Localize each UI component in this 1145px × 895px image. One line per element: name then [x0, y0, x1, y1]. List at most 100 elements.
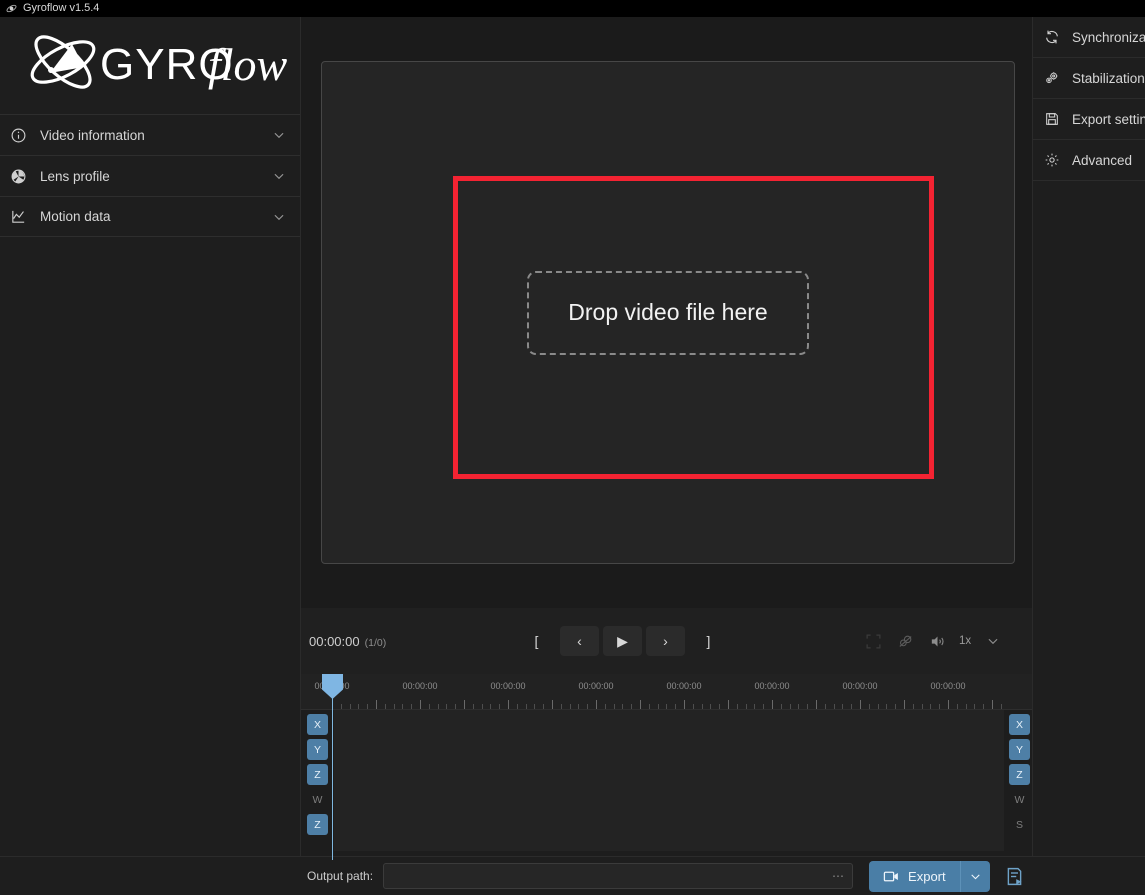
ruler-tick — [367, 704, 369, 709]
playback-options: 1x — [863, 631, 1003, 651]
video-dropzone[interactable]: Drop video file here — [527, 270, 809, 355]
chevron-down-icon[interactable] — [272, 210, 286, 224]
render-queue-button[interactable] — [1002, 863, 1028, 889]
axis-toggle-x-right[interactable]: X — [1009, 714, 1030, 735]
ruler-tick — [631, 704, 633, 709]
axis-toggle-z2-left[interactable]: Z — [307, 814, 328, 835]
axis-toggle-x-left[interactable]: X — [307, 714, 328, 735]
ruler-tick — [877, 704, 879, 709]
ruler-tick — [904, 700, 905, 709]
ruler-tick — [481, 704, 483, 709]
ruler-tick — [534, 704, 536, 709]
axis-toggle-w-right[interactable]: W — [1009, 789, 1030, 810]
sidebar-item-video-information[interactable]: Video information — [0, 114, 300, 155]
ruler-tick — [807, 704, 809, 709]
ruler-tick — [886, 704, 888, 709]
volume-icon[interactable] — [927, 631, 947, 651]
timeline-panel[interactable]: 00:00:00 00:00:00 00:00:00 00:00:00 00:0… — [301, 674, 1032, 860]
sidebar-item-export-settings[interactable]: Export settings — [1033, 99, 1145, 140]
ruler-tick — [939, 704, 941, 709]
ruler-tick — [640, 700, 641, 709]
axis-toggle-y-left[interactable]: Y — [307, 739, 328, 760]
timeline-playhead[interactable] — [322, 674, 343, 860]
ruler-tick — [420, 700, 421, 709]
ruler-tick — [402, 704, 404, 709]
ruler-tick — [956, 704, 958, 709]
export-dropdown-button[interactable] — [959, 860, 990, 892]
chevron-down-icon[interactable] — [272, 169, 286, 183]
ruler-tick — [666, 704, 668, 709]
ruler-tick-label: 00:00:00 — [666, 681, 702, 691]
ruler-tick — [587, 704, 589, 709]
ruler-tick — [824, 704, 826, 709]
export-button-label: Export — [908, 868, 946, 884]
gyroflow-app-icon — [6, 3, 17, 14]
play-button[interactable]: ▶ — [603, 626, 642, 656]
previous-frame-button[interactable]: ‹ — [560, 626, 599, 656]
timecode-readout: 00:00:00 (1/0) — [309, 634, 386, 649]
axis-toggle-y-right[interactable]: Y — [1009, 739, 1030, 760]
dropzone-label: Drop video file here — [568, 299, 768, 325]
export-button[interactable]: Export — [869, 861, 960, 892]
chevron-down-icon[interactable] — [272, 128, 286, 142]
ruler-tick — [358, 704, 360, 709]
gyroflow-logo: GYRO flow — [0, 17, 300, 114]
ruler-tick — [464, 700, 465, 709]
aperture-icon — [9, 167, 27, 185]
playback-speed-label[interactable]: 1x — [959, 635, 971, 647]
sync-refresh-icon — [1044, 29, 1060, 45]
ruler-tick — [948, 700, 949, 709]
sidebar-item-synchronization[interactable]: Synchronization — [1033, 17, 1145, 58]
ruler-tick — [868, 704, 870, 709]
svg-text:flow: flow — [208, 39, 288, 90]
ruler-tick — [499, 704, 501, 709]
output-path-label: Output path: — [307, 869, 374, 883]
browse-button[interactable]: ⋯ — [832, 869, 844, 883]
axis-toggle-z-right[interactable]: Z — [1009, 764, 1030, 785]
ruler-tick — [736, 704, 738, 709]
ruler-tick — [543, 704, 545, 709]
ruler-tick — [728, 700, 729, 709]
ruler-tick — [745, 704, 747, 709]
timeline-graph-surface[interactable] — [334, 710, 1004, 851]
ruler-tick-label: 00:00:00 — [490, 681, 526, 691]
ruler-tick — [569, 704, 571, 709]
stabilization-toggle-icon[interactable] — [895, 631, 915, 651]
right-sidebar: Synchronization Stabilization Export set… — [1032, 17, 1145, 895]
axis-toggle-w-left[interactable]: W — [307, 789, 328, 810]
ruler-tick — [772, 700, 773, 709]
playback-toolbar: 00:00:00 (1/0) [ ‹ ▶ › ] 1x — [301, 608, 1032, 674]
ruler-tick — [490, 704, 492, 709]
ruler-tick — [992, 700, 993, 709]
render-queue-icon — [1004, 866, 1025, 887]
sidebar-item-motion-data[interactable]: Motion data — [0, 196, 300, 237]
ruler-tick — [472, 704, 474, 709]
sidebar-item-stabilization[interactable]: Stabilization — [1033, 58, 1145, 99]
ruler-tick — [719, 704, 721, 709]
output-path-input[interactable] — [392, 869, 845, 883]
sidebar-item-advanced[interactable]: Advanced — [1033, 140, 1145, 181]
fullscreen-icon[interactable] — [863, 631, 883, 651]
ruler-tick — [613, 704, 615, 709]
axis-toggle-s-right[interactable]: S — [1009, 814, 1030, 835]
ruler-tick-label: 00:00:00 — [754, 681, 790, 691]
sidebar-label-export-settings: Export settings — [1072, 111, 1145, 127]
sidebar-item-lens-profile[interactable]: Lens profile — [0, 155, 300, 196]
set-trim-end-button[interactable]: ] — [689, 626, 728, 656]
gear-icon — [1044, 152, 1060, 168]
next-frame-button[interactable]: › — [646, 626, 685, 656]
sidebar-label-video-information: Video information — [40, 127, 145, 143]
ruler-tick — [376, 700, 377, 709]
video-preview-panel[interactable]: Drop video file here — [321, 61, 1015, 564]
axis-toggle-z-left[interactable]: Z — [307, 764, 328, 785]
ruler-tick-label: 00:00:00 — [930, 681, 966, 691]
chevron-down-icon[interactable] — [983, 631, 1003, 651]
timeline-ruler[interactable]: 00:00:00 00:00:00 00:00:00 00:00:00 00:0… — [301, 674, 1032, 710]
ruler-tick — [411, 704, 413, 709]
ruler-tick — [842, 704, 844, 709]
ruler-tick — [552, 700, 553, 709]
output-path-field[interactable]: ⋯ — [383, 863, 854, 889]
ruler-tick — [446, 704, 448, 709]
set-trim-start-button[interactable]: [ — [517, 626, 556, 656]
ruler-tick — [455, 704, 457, 709]
